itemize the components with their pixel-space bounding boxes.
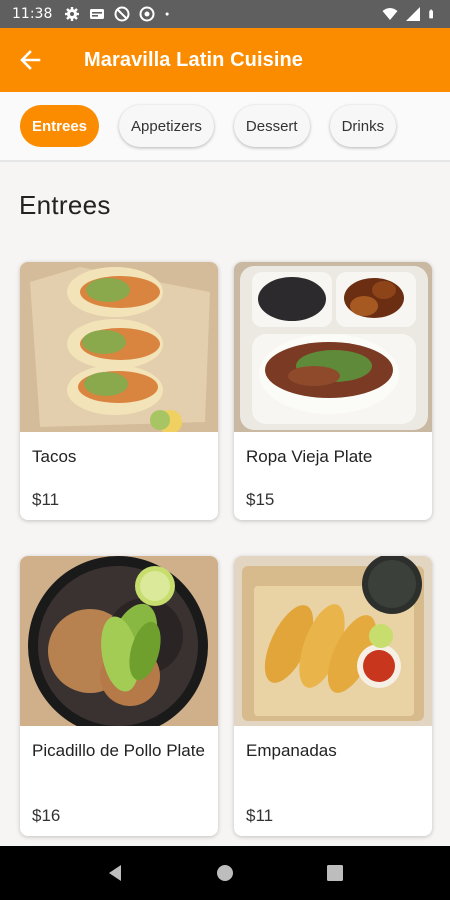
category-chip-appetizers[interactable]: Appetizers	[119, 105, 214, 147]
item-name: Tacos	[32, 447, 77, 466]
back-button[interactable]	[0, 28, 60, 92]
menu-item-card[interactable]: Picadillo de Pollo Plate $16	[20, 556, 218, 836]
menu-item-card[interactable]: Tacos $11	[20, 262, 218, 520]
nav-back-button[interactable]	[95, 853, 135, 893]
menu-item-card[interactable]: Ropa Vieja Plate $15	[234, 262, 432, 520]
nav-home-button[interactable]	[205, 853, 245, 893]
category-tabs: Entrees Appetizers Dessert Drinks	[0, 92, 450, 162]
recents-square-icon	[327, 865, 343, 881]
item-price: $15	[246, 490, 275, 509]
wifi-icon	[382, 8, 398, 20]
at-sign-icon	[139, 6, 155, 22]
app-bar: Maravilla Latin Cuisine	[0, 28, 450, 92]
home-circle-icon	[217, 865, 233, 881]
menu-item-card[interactable]: Empanadas $11	[234, 556, 432, 836]
item-price: $11	[32, 490, 60, 509]
arrow-left-icon	[20, 50, 41, 70]
nav-recents-button[interactable]	[315, 853, 355, 893]
status-time: 11:38	[12, 6, 53, 22]
battery-icon	[429, 9, 433, 19]
item-photo	[234, 262, 432, 432]
category-chip-entrees[interactable]: Entrees	[20, 105, 100, 147]
item-photo	[20, 262, 218, 432]
back-triangle-icon	[109, 865, 121, 881]
system-nav-bar	[0, 846, 450, 900]
category-chip-drinks[interactable]: Drinks	[329, 105, 397, 147]
signal-icon	[406, 7, 420, 21]
sim-card-icon	[90, 9, 105, 19]
item-name: Empanadas	[246, 741, 337, 760]
item-name: Ropa Vieja Plate	[246, 447, 373, 466]
category-chip-dessert[interactable]: Dessert	[233, 105, 310, 147]
item-photo	[20, 556, 218, 726]
item-price: $11	[246, 806, 274, 825]
item-photo	[234, 556, 432, 726]
status-bar: 11:38	[0, 0, 450, 28]
item-price: $16	[32, 806, 61, 825]
status-system-icons	[382, 6, 438, 22]
at-sign-icon	[114, 6, 130, 22]
app-title: Maravilla Latin Cuisine	[84, 48, 304, 71]
item-name: Picadillo de Pollo Plate	[32, 741, 205, 760]
status-notification-icons	[64, 6, 174, 22]
gear-icon	[65, 7, 80, 21]
section-title: Entrees	[19, 190, 111, 220]
dot-icon	[165, 12, 170, 16]
